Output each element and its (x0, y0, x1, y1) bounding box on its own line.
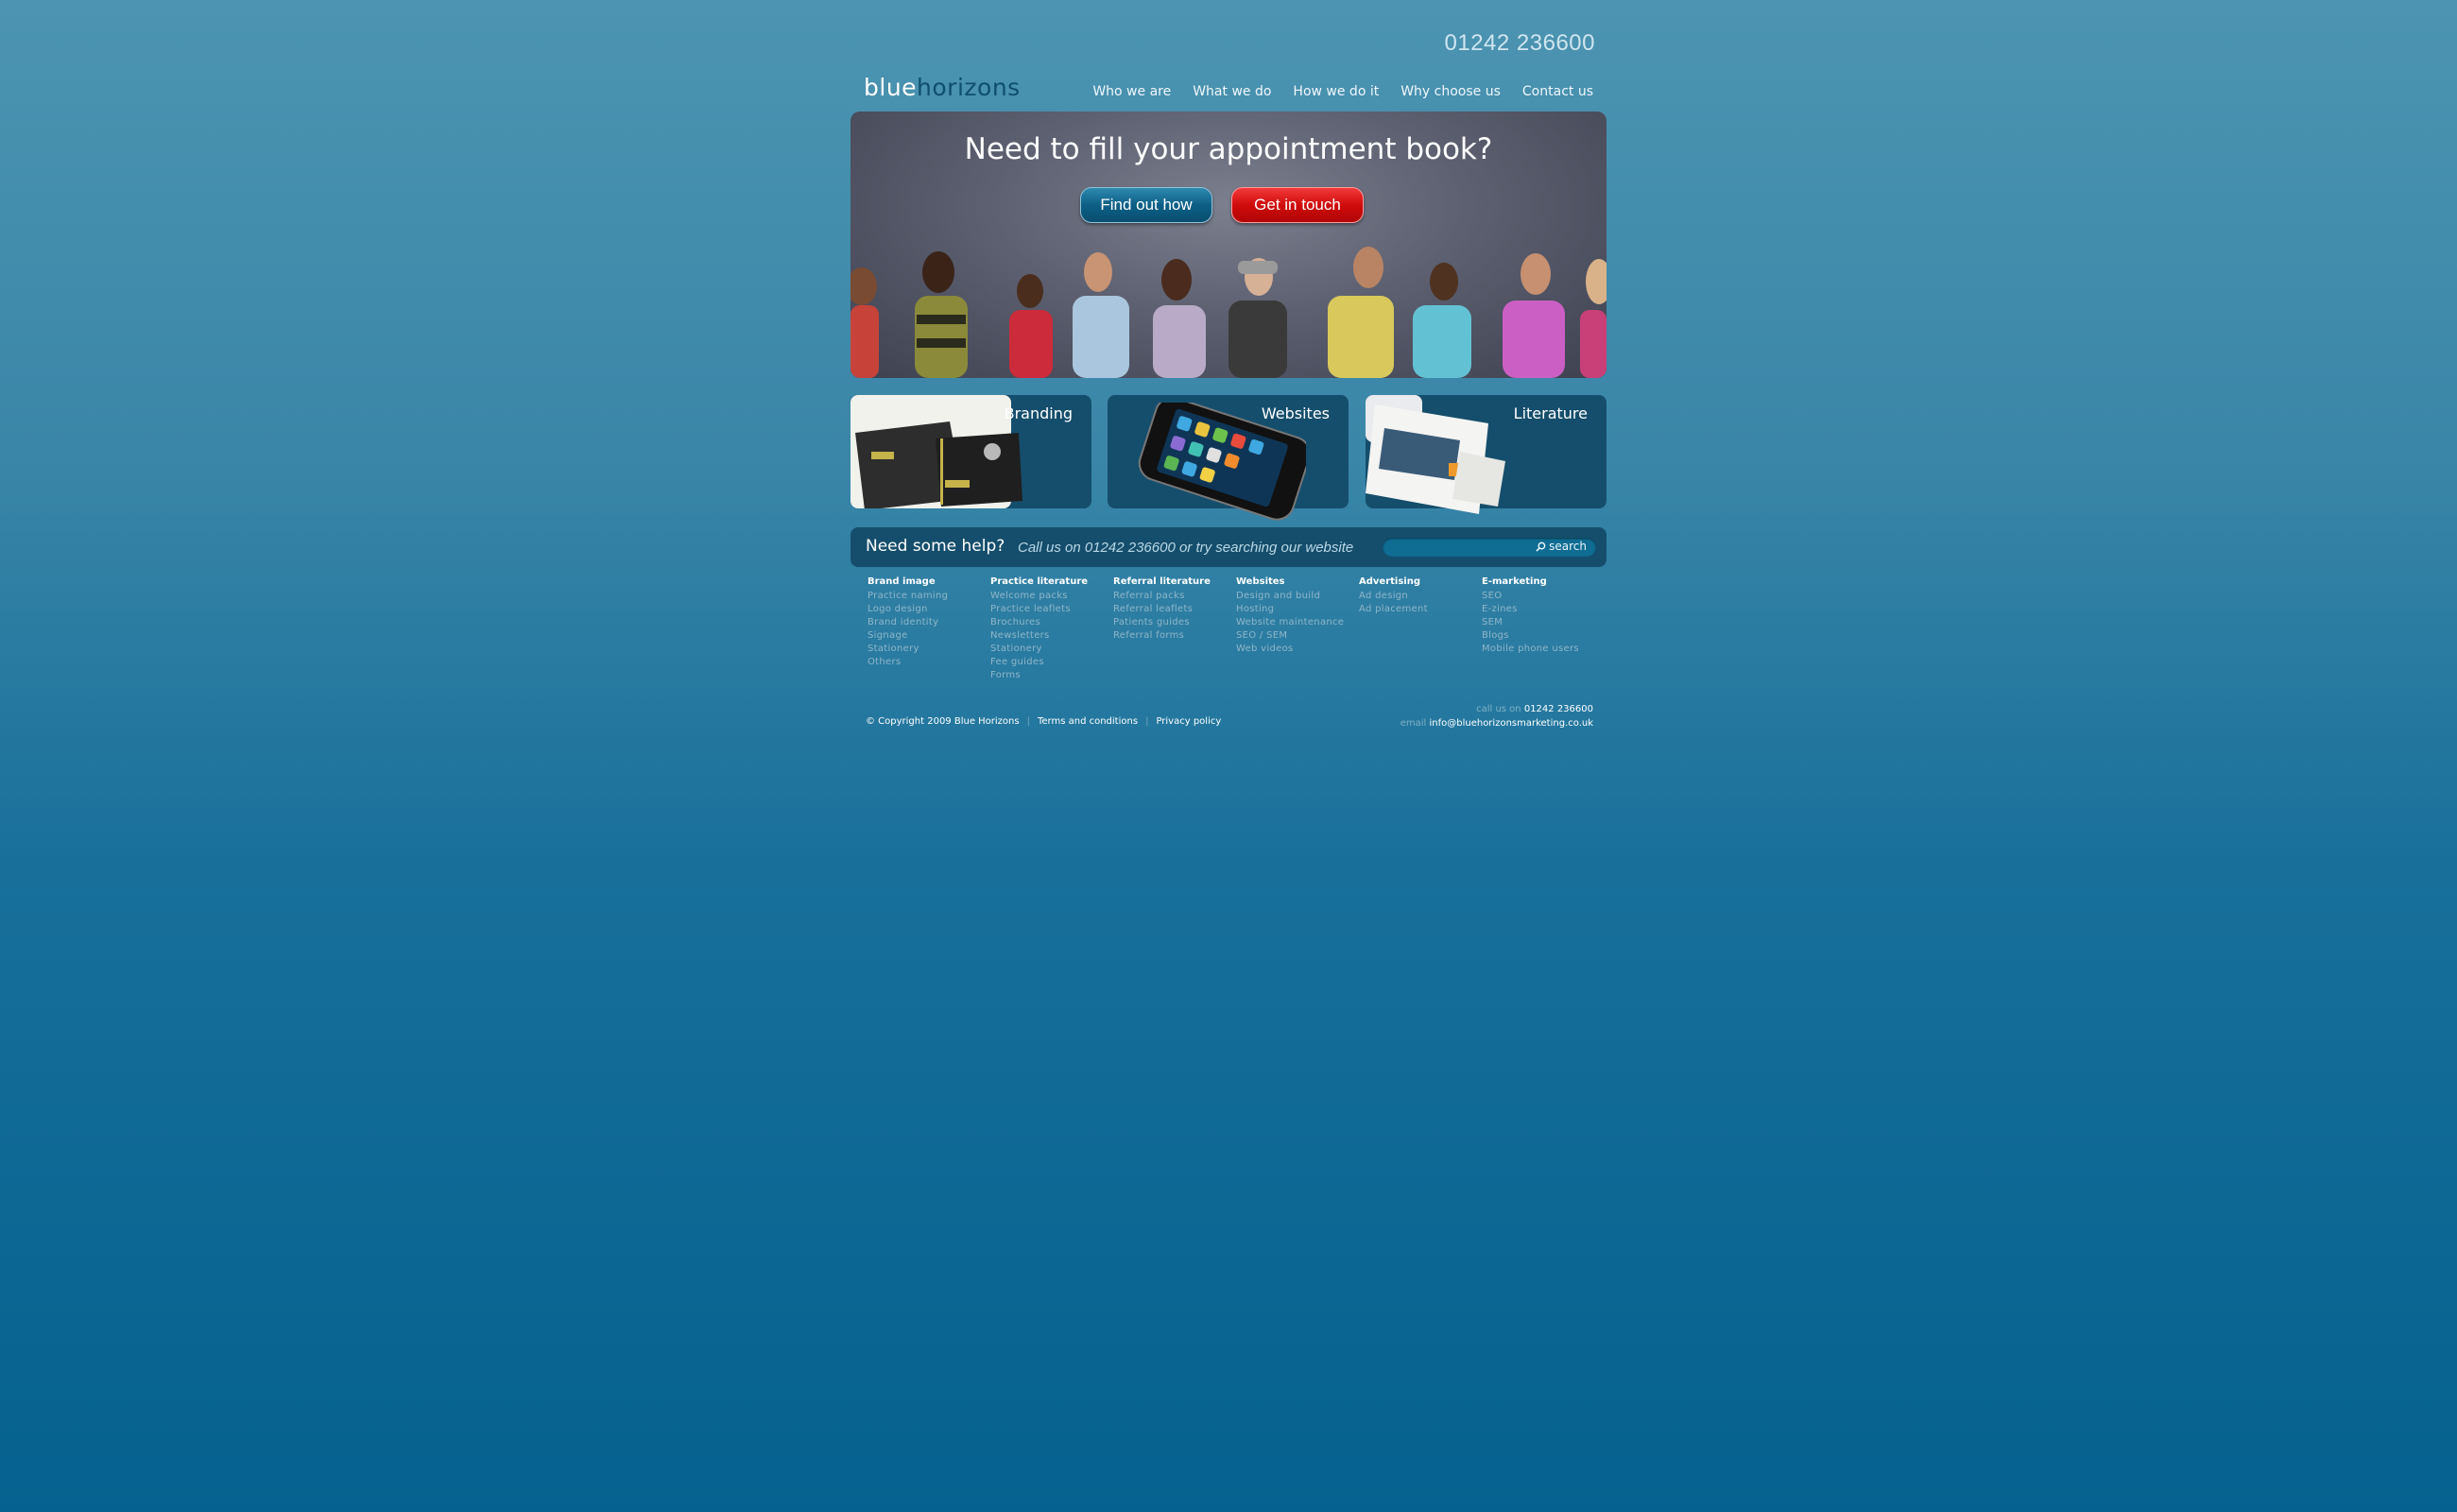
tile-title-branding: Branding (1004, 404, 1073, 422)
sitemap-link[interactable]: Others (868, 656, 990, 669)
sitemap-heading: Practice literature (990, 576, 1089, 587)
sitemap-link[interactable]: Referral forms (1113, 629, 1236, 643)
footer-separator: | (1026, 716, 1030, 727)
copyright-text: © Copyright 2009 Blue Horizons (866, 716, 1020, 727)
sitemap-link[interactable]: Web videos (1236, 643, 1359, 656)
get-in-touch-button[interactable]: Get in touch (1231, 187, 1364, 223)
header-phone: 01242 236600 (1444, 30, 1595, 56)
page-container: 01242 236600 bluehorizons Who we are Wha… (850, 0, 1606, 756)
sitemap-col-brand-image: Brand image Practice naming Logo design … (868, 576, 990, 682)
search-icon (1536, 541, 1546, 552)
help-bar: Need some help? Call us on 01242 236600 … (850, 527, 1606, 567)
site-logo[interactable]: bluehorizons (864, 74, 1021, 101)
sitemap-link[interactable]: SEO (1482, 590, 1605, 603)
search-button-label: search (1549, 540, 1587, 553)
find-out-how-button[interactable]: Find out how (1080, 187, 1212, 223)
sitemap-link[interactable]: Forms (990, 669, 1113, 682)
sitemap-heading: Websites (1236, 576, 1285, 587)
sitemap-link[interactable]: Design and build (1236, 590, 1359, 603)
nav-what-we-do[interactable]: What we do (1193, 84, 1271, 99)
sitemap-link[interactable]: E-zines (1482, 603, 1605, 616)
tile-title-websites: Websites (1261, 404, 1330, 422)
sitemap-link[interactable]: Practice leaflets (990, 603, 1113, 616)
tile-title-literature: Literature (1513, 404, 1588, 422)
privacy-link[interactable]: Privacy policy (1156, 716, 1221, 727)
sitemap: Brand image Practice naming Logo design … (868, 576, 1605, 682)
sitemap-col-websites: Websites Design and build Hosting Websit… (1236, 576, 1359, 682)
sitemap-link[interactable]: Stationery (868, 643, 990, 656)
sitemap-link[interactable]: Mobile phone users (1482, 643, 1605, 656)
nav-contact-us[interactable]: Contact us (1522, 84, 1593, 99)
hero-title: Need to fill your appointment book? (964, 132, 1493, 166)
call-value: 01242 236600 (1523, 704, 1593, 714)
sitemap-col-advertising: Advertising Ad design Ad placement (1359, 576, 1482, 682)
call-label: call us on (1476, 704, 1521, 714)
feature-tiles: Branding Websites Literature (850, 395, 1606, 521)
sitemap-link[interactable]: Website maintenance (1236, 616, 1359, 629)
sitemap-heading: Referral literature (1113, 576, 1211, 587)
help-subtitle: Call us on 01242 236600 or try searching… (1018, 540, 1354, 556)
sitemap-heading: Brand image (868, 576, 936, 587)
sitemap-col-practice-literature: Practice literature Welcome packs Practi… (990, 576, 1113, 682)
tile-literature[interactable]: Literature (1366, 395, 1606, 514)
email-link[interactable]: info@bluehorizonsmarketing.co.uk (1429, 718, 1593, 729)
sitemap-link[interactable]: Practice naming (868, 590, 990, 603)
sitemap-link[interactable]: Ad placement (1359, 603, 1482, 616)
help-title: Need some help? (866, 537, 1005, 556)
smartphone-image (1138, 403, 1306, 521)
sitemap-link[interactable]: Logo design (868, 603, 990, 616)
sitemap-link[interactable]: Welcome packs (990, 590, 1113, 603)
nav-why-choose-us[interactable]: Why choose us (1400, 84, 1501, 99)
tile-branding[interactable]: Branding (850, 395, 1091, 508)
sitemap-link[interactable]: Blogs (1482, 629, 1605, 643)
tile-websites[interactable]: Websites (1108, 395, 1349, 521)
sitemap-link[interactable]: Newsletters (990, 629, 1113, 643)
main-nav: Who we are What we do How we do it Why c… (1071, 84, 1593, 99)
sitemap-link[interactable]: Patients guides (1113, 616, 1236, 629)
logo-text-horizons: horizons (917, 74, 1021, 101)
sitemap-link[interactable]: Hosting (1236, 603, 1359, 616)
sitemap-link[interactable]: Brand identity (868, 616, 990, 629)
search-button[interactable]: search (1536, 540, 1587, 553)
terms-link[interactable]: Terms and conditions (1038, 716, 1138, 727)
sitemap-link[interactable]: SEM (1482, 616, 1605, 629)
sitemap-col-e-marketing: E-marketing SEO E-zines SEM Blogs Mobile… (1482, 576, 1605, 682)
sitemap-link[interactable]: Ad design (1359, 590, 1482, 603)
brochure-image (1366, 395, 1505, 514)
sitemap-link[interactable]: Brochures (990, 616, 1113, 629)
sitemap-link[interactable]: Fee guides (990, 656, 1113, 669)
search-input[interactable] (1392, 540, 1528, 557)
sitemap-link[interactable]: Signage (868, 629, 990, 643)
nav-how-we-do-it[interactable]: How we do it (1293, 84, 1379, 99)
sitemap-heading: E-marketing (1482, 576, 1547, 587)
sitemap-link[interactable]: Stationery (990, 643, 1113, 656)
sitemap-link[interactable]: Referral leaflets (1113, 603, 1236, 616)
sitemap-col-referral-literature: Referral literature Referral packs Refer… (1113, 576, 1236, 682)
footer-separator: | (1145, 716, 1149, 727)
hero-banner: Need to fill your appointment book? Find… (850, 112, 1606, 378)
footer-contact: call us on 01242 236600 email info@blueh… (1400, 702, 1593, 730)
footer: © Copyright 2009 Blue Horizons | Terms and… (866, 704, 1593, 745)
sitemap-heading: Advertising (1359, 576, 1420, 587)
logo-text-blue: blue (864, 74, 918, 101)
search-box: search (1383, 538, 1596, 557)
sitemap-link[interactable]: SEO / SEM (1236, 629, 1359, 643)
email-label: email (1400, 718, 1427, 729)
footer-links: © Copyright 2009 Blue Horizons | Terms and… (866, 716, 1221, 727)
sitemap-link[interactable]: Referral packs (1113, 590, 1236, 603)
nav-who-we-are[interactable]: Who we are (1092, 84, 1171, 99)
